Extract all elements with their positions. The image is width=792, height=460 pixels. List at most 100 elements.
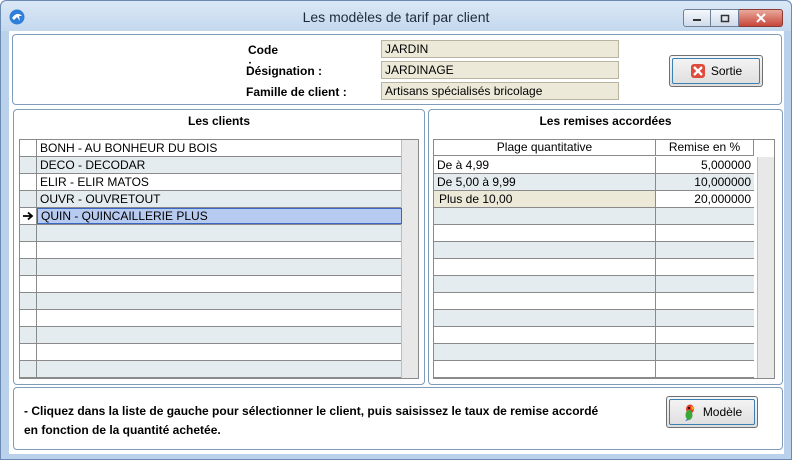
plage-cell[interactable]	[434, 327, 656, 343]
client-row[interactable]: ELIR - ELIR MATOS	[20, 174, 401, 191]
remises-grid[interactable]: Plage quantitative Remise en % De à 4,99…	[433, 139, 775, 379]
clients-list[interactable]: BONH - AU BONHEUR DU BOIS DECO - DECODAR E…	[19, 139, 419, 379]
row-marker[interactable]	[20, 344, 37, 360]
client-cell[interactable]	[37, 293, 402, 309]
row-marker[interactable]	[20, 276, 37, 292]
remise-row[interactable]	[434, 259, 754, 276]
remises-panel: Les remises accordées Plage quantitative…	[428, 109, 783, 385]
sortie-label: Sortie	[710, 64, 743, 78]
window-title: Les modèles de tarif par client	[302, 9, 490, 25]
row-marker[interactable]	[20, 361, 37, 377]
client-cell[interactable]	[37, 242, 402, 258]
remise-row[interactable]	[434, 293, 754, 310]
close-button[interactable]	[739, 9, 783, 27]
remise-cell[interactable]: 10,000000	[656, 174, 754, 190]
client-cell[interactable]	[37, 361, 402, 377]
remise-row[interactable]	[434, 208, 754, 225]
plage-cell[interactable]	[434, 225, 656, 241]
client-cell[interactable]	[37, 259, 402, 275]
client-row[interactable]	[20, 293, 401, 310]
remise-cell[interactable]	[656, 327, 754, 343]
client-cell[interactable]	[37, 344, 402, 360]
row-marker[interactable]	[20, 208, 37, 224]
row-marker[interactable]	[20, 140, 37, 156]
client-cell[interactable]: OUVR - OUVRETOUT	[37, 191, 402, 207]
client-row[interactable]	[20, 327, 401, 344]
plage-cell[interactable]	[434, 208, 656, 224]
row-marker[interactable]	[20, 259, 37, 275]
remise-row[interactable]	[434, 225, 754, 242]
plage-cell[interactable]	[434, 344, 656, 360]
client-cell[interactable]	[37, 225, 402, 241]
client-cell[interactable]: QUIN - QUINCAILLERIE PLUS	[37, 208, 402, 224]
client-cell[interactable]	[37, 276, 402, 292]
client-row[interactable]	[20, 259, 401, 276]
plage-cell[interactable]: De à 4,99	[434, 157, 656, 173]
row-marker[interactable]	[20, 225, 37, 241]
plage-cell[interactable]	[434, 242, 656, 258]
title-bar[interactable]: Les modèles de tarif par client	[1, 1, 791, 31]
plage-cell[interactable]	[434, 276, 656, 292]
plage-cell[interactable]: Plus de 10,00	[434, 191, 656, 207]
row-marker[interactable]	[20, 293, 37, 309]
client-row[interactable]	[20, 225, 401, 242]
remise-cell[interactable]	[656, 225, 754, 241]
client-cell[interactable]: BONH - AU BONHEUR DU BOIS	[37, 140, 402, 156]
row-marker[interactable]	[20, 327, 37, 343]
plage-column-header[interactable]: Plage quantitative	[434, 140, 656, 156]
client-cell[interactable]: ELIR - ELIR MATOS	[37, 174, 402, 190]
famille-field[interactable]: Artisans spécialisés bricolage	[381, 82, 619, 100]
remise-cell[interactable]	[656, 344, 754, 360]
plage-cell[interactable]: De 5,00 à 9,99	[434, 174, 656, 190]
minimize-button[interactable]	[683, 9, 711, 27]
remise-cell[interactable]	[656, 208, 754, 224]
remise-row[interactable]	[434, 310, 754, 327]
remise-row[interactable]	[434, 276, 754, 293]
client-row[interactable]: QUIN - QUINCAILLERIE PLUS	[20, 208, 402, 225]
remise-row[interactable]: Plus de 10,00 20,000000	[434, 191, 754, 208]
row-marker[interactable]	[20, 242, 37, 258]
client-row[interactable]	[20, 361, 401, 378]
designation-field[interactable]: JARDINAGE	[381, 61, 619, 79]
modele-button[interactable]: Modèle	[666, 396, 758, 428]
plage-cell[interactable]	[434, 361, 656, 377]
remise-row[interactable]: De à 4,99 5,000000	[434, 157, 754, 174]
remise-cell[interactable]	[656, 259, 754, 275]
client-row[interactable]: BONH - AU BONHEUR DU BOIS	[20, 140, 401, 157]
clients-scrollbar[interactable]	[401, 140, 418, 378]
remise-row[interactable]	[434, 327, 754, 344]
client-cell[interactable]	[37, 327, 402, 343]
remises-scrollbar[interactable]	[757, 157, 774, 378]
remise-cell[interactable]: 5,000000	[656, 157, 754, 173]
sortie-button[interactable]: Sortie	[669, 55, 763, 87]
remise-cell[interactable]: 20,000000	[656, 191, 754, 207]
remise-row[interactable]: De 5,00 à 9,99 10,000000	[434, 174, 754, 191]
remise-row[interactable]	[434, 242, 754, 259]
code-field[interactable]: JARDIN	[381, 40, 619, 58]
plage-cell[interactable]	[434, 310, 656, 326]
remise-cell[interactable]	[656, 293, 754, 309]
client-area: Code : JARDIN Désignation : JARDINAGE Fa…	[9, 31, 784, 454]
client-row[interactable]: DECO - DECODAR	[20, 157, 401, 174]
remise-row[interactable]	[434, 344, 754, 361]
remise-cell[interactable]	[656, 361, 754, 377]
row-marker[interactable]	[20, 310, 37, 326]
client-cell[interactable]	[37, 310, 402, 326]
client-cell[interactable]: DECO - DECODAR	[37, 157, 402, 173]
remise-cell[interactable]	[656, 276, 754, 292]
client-row[interactable]	[20, 344, 401, 361]
client-row[interactable]	[20, 276, 401, 293]
client-row[interactable]: OUVR - OUVRETOUT	[20, 191, 401, 208]
client-row[interactable]	[20, 242, 401, 259]
row-marker[interactable]	[20, 174, 37, 190]
remise-row[interactable]	[434, 361, 754, 378]
remise-cell[interactable]	[656, 242, 754, 258]
maximize-button[interactable]	[711, 9, 739, 27]
plage-cell[interactable]	[434, 293, 656, 309]
client-row[interactable]	[20, 310, 401, 327]
remise-column-header[interactable]: Remise en %	[656, 140, 754, 156]
remise-cell[interactable]	[656, 310, 754, 326]
row-marker[interactable]	[20, 191, 37, 207]
row-marker[interactable]	[20, 157, 37, 173]
plage-cell[interactable]	[434, 259, 656, 275]
